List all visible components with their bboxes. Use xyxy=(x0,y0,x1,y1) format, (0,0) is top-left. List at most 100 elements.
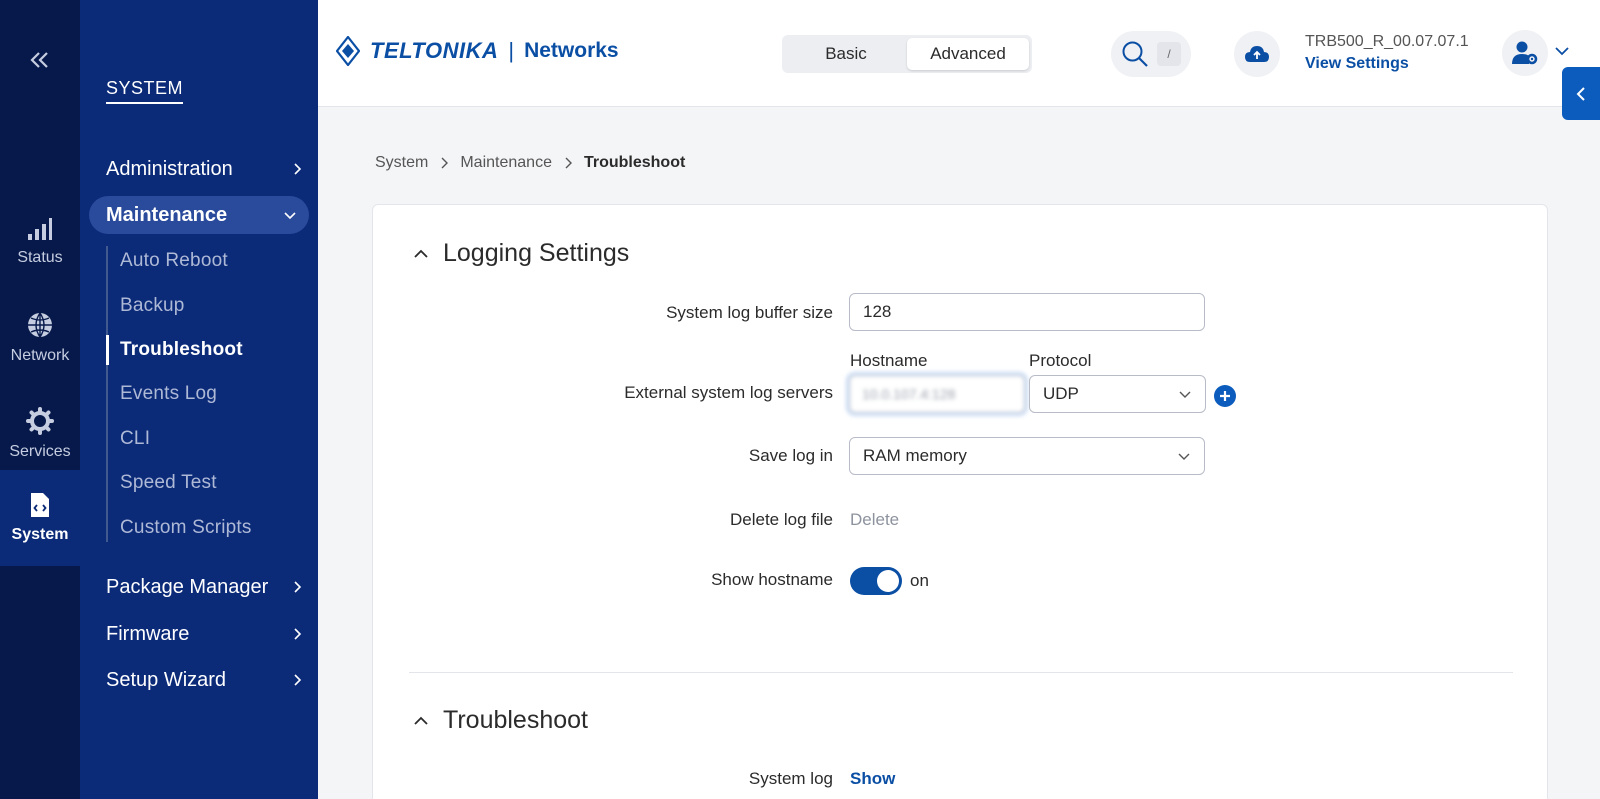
sidebar-subitem-events-log[interactable]: Events Log xyxy=(120,379,217,409)
protocol-select[interactable]: UDP xyxy=(1029,375,1206,413)
search-shortcut-key: / xyxy=(1157,42,1181,66)
rail-label: Status xyxy=(17,249,63,266)
rail-label: System xyxy=(11,526,69,543)
system-log-label: System log xyxy=(748,769,833,788)
collapse-sidebar-button[interactable] xyxy=(24,44,56,76)
mode-basic-button[interactable]: Basic xyxy=(785,38,907,70)
open-side-panel-tab[interactable] xyxy=(1562,67,1600,120)
breadcrumb-maintenance[interactable]: Maintenance xyxy=(460,154,552,172)
sidebar-item-administration[interactable]: Administration xyxy=(106,150,302,188)
teltonika-logo[interactable]: TELTONIKA | Networks xyxy=(336,36,619,66)
rail-label: Network xyxy=(10,347,70,364)
icon-rail: Status Network Services System xyxy=(0,0,80,799)
breadcrumb-system[interactable]: System xyxy=(375,154,428,172)
user-menu-button[interactable] xyxy=(1502,30,1548,76)
sidebar-item-package-manager[interactable]: Package Manager xyxy=(106,568,302,606)
sidebar-subitem-cli[interactable]: CLI xyxy=(120,424,150,454)
chevron-left-icon xyxy=(1576,86,1585,101)
chevron-right-icon xyxy=(294,581,302,593)
protocol-select-value: UDP xyxy=(1043,384,1079,403)
delete-log-label: Delete log file xyxy=(729,510,833,529)
sidebar-subitem-backup[interactable]: Backup xyxy=(120,291,185,321)
top-header: TELTONIKA | Networks Basic Advanced / TR… xyxy=(318,0,1600,107)
sidebar-subitem-troubleshoot[interactable]: Troubleshoot xyxy=(120,335,243,365)
mode-switch: Basic Advanced xyxy=(782,35,1032,73)
chevron-right-icon xyxy=(294,628,302,640)
sidebar-subitem-speed-test[interactable]: Speed Test xyxy=(120,468,217,498)
gear-icon xyxy=(26,407,54,435)
signal-bars-icon xyxy=(28,218,52,240)
logging-settings-header[interactable]: Logging Settings xyxy=(413,239,629,268)
show-hostname-state: on xyxy=(910,571,929,590)
teltonika-diamond-icon xyxy=(336,36,360,66)
troubleshoot-header[interactable]: Troubleshoot xyxy=(413,706,588,735)
sidebar-item-label: Firmware xyxy=(106,622,190,645)
chevron-down-icon xyxy=(1555,47,1569,56)
show-system-log-link[interactable]: Show xyxy=(850,769,895,789)
chevron-up-icon xyxy=(414,249,428,258)
sidebar-item-label: Maintenance xyxy=(106,203,228,226)
chevron-right-icon xyxy=(440,156,449,170)
chevron-right-icon xyxy=(294,163,302,175)
breadcrumb: System Maintenance Troubleshoot xyxy=(375,154,685,172)
view-settings-link[interactable]: View Settings xyxy=(1305,55,1409,73)
add-server-button[interactable] xyxy=(1214,385,1236,407)
sidebar-subitem-custom-scripts[interactable]: Custom Scripts xyxy=(120,513,252,543)
submenu-active-marker xyxy=(106,335,109,365)
sidebar-item-firmware[interactable]: Firmware xyxy=(106,615,302,653)
chevron-down-icon xyxy=(284,212,296,220)
cloud-upload-button[interactable] xyxy=(1234,31,1280,77)
rail-item-system[interactable]: System xyxy=(0,470,80,566)
mode-advanced-button[interactable]: Advanced xyxy=(907,38,1029,70)
chevron-down-icon xyxy=(1178,453,1190,460)
sidebar-item-setup-wizard[interactable]: Setup Wizard xyxy=(106,661,302,699)
cloud-upload-icon xyxy=(1245,46,1269,62)
section-divider xyxy=(409,672,1513,673)
hostname-input[interactable]: 10.0.107.4:128 xyxy=(849,375,1025,413)
settings-card: Logging Settings System log buffer size … xyxy=(372,204,1548,799)
globe-icon xyxy=(28,312,52,338)
external-log-servers-label: External system log servers xyxy=(624,383,833,402)
user-settings-icon xyxy=(1512,41,1538,65)
sidebar: SYSTEM Administration Maintenance Auto R… xyxy=(80,0,318,799)
chevron-up-icon xyxy=(414,716,428,725)
chevron-down-icon xyxy=(1179,391,1191,398)
chevron-right-icon xyxy=(294,674,302,686)
save-log-select[interactable]: RAM memory xyxy=(849,437,1205,475)
toggle-knob xyxy=(877,570,899,592)
section-title: Logging Settings xyxy=(443,239,630,267)
section-title: Troubleshoot xyxy=(443,706,588,734)
double-chevron-left-icon xyxy=(30,52,48,68)
user-menu-chevron[interactable] xyxy=(1554,44,1570,62)
save-log-label: Save log in xyxy=(748,446,833,465)
sidebar-item-maintenance[interactable]: Maintenance xyxy=(89,196,309,234)
save-log-select-value: RAM memory xyxy=(863,446,967,465)
sidebar-item-label: Setup Wizard xyxy=(106,668,227,691)
show-hostname-toggle[interactable] xyxy=(850,567,902,595)
protocol-column-header: Protocol xyxy=(1029,351,1092,370)
delete-log-button[interactable]: Delete xyxy=(850,510,899,530)
logo-separator: | xyxy=(508,38,515,63)
sidebar-subitem-auto-reboot[interactable]: Auto Reboot xyxy=(120,246,228,276)
buffer-size-label: System log buffer size xyxy=(666,303,833,322)
submenu-guide-line xyxy=(106,246,108,542)
rail-item-status[interactable]: Status xyxy=(0,194,80,290)
breadcrumb-troubleshoot: Troubleshoot xyxy=(583,154,686,171)
chevron-right-icon xyxy=(564,156,572,170)
search-button[interactable]: / xyxy=(1111,31,1191,77)
rail-label: Services xyxy=(9,443,71,460)
plus-icon xyxy=(1220,391,1230,401)
sidebar-item-label: Package Manager xyxy=(106,575,269,598)
search-icon xyxy=(1122,41,1148,67)
device-name: TRB500_R_00.07.07.1 xyxy=(1305,33,1469,50)
logo-subtitle: Networks xyxy=(524,39,619,62)
rail-item-network[interactable]: Network xyxy=(0,290,80,386)
code-file-icon xyxy=(31,493,49,517)
rail-item-services[interactable]: Services xyxy=(0,386,80,482)
logo-text: TELTONIKA xyxy=(370,38,499,63)
show-hostname-label: Show hostname xyxy=(711,570,833,589)
buffer-size-input[interactable]: 128 xyxy=(849,293,1205,331)
hostname-column-header: Hostname xyxy=(850,351,928,370)
sidebar-section-title: SYSTEM xyxy=(106,78,184,104)
sidebar-item-label: Administration xyxy=(106,157,233,180)
